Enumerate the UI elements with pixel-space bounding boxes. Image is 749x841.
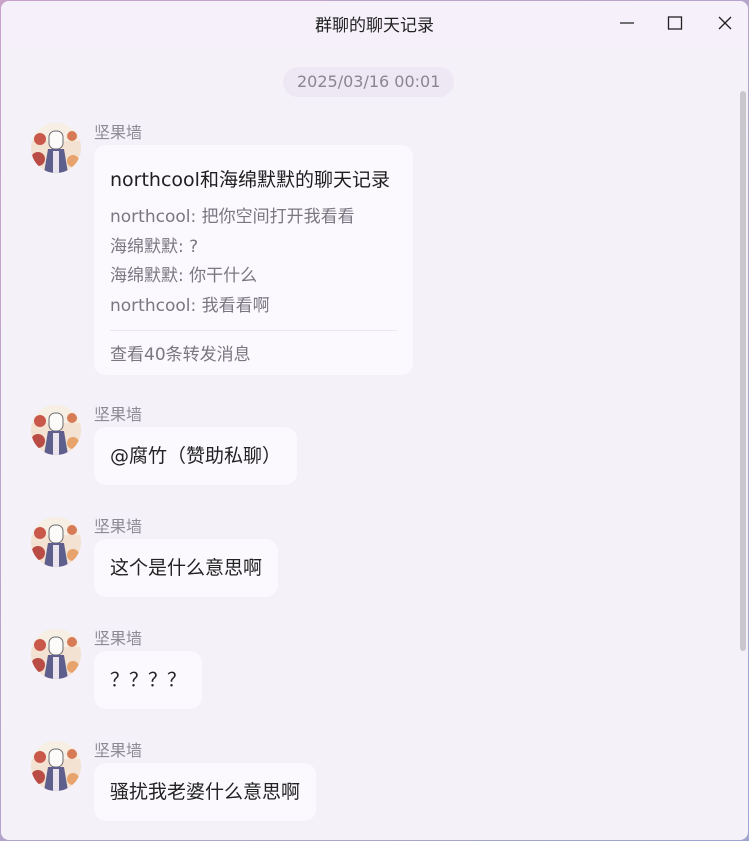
scrollbar-thumb[interactable] <box>740 91 746 651</box>
forward-line: 海绵默默: 你干什么 <box>110 266 258 286</box>
maximize-icon <box>667 16 683 30</box>
message-bubble[interactable]: @腐竹（赞助私聊） <box>94 427 298 485</box>
forward-line: northcool: 我看看啊 <box>110 296 270 316</box>
message-bubble[interactable]: 这个是什么意思啊 <box>94 539 279 597</box>
forward-title: northcool和海绵默默的聊天记录 <box>110 169 390 191</box>
sender-name: 坚果墙 <box>94 629 143 648</box>
minimize-icon <box>620 22 634 24</box>
forward-line: northcool: 把你空间打开我看看 <box>110 207 355 227</box>
timestamp-badge: 2025/03/16 00:01 <box>283 67 455 97</box>
divider <box>110 330 397 331</box>
avatar[interactable] <box>31 517 81 567</box>
message-bubble[interactable]: ？？？？ <box>94 651 203 709</box>
avatar[interactable] <box>31 123 81 173</box>
scrollbar[interactable] <box>739 91 747 651</box>
sender-name: 坚果墙 <box>94 405 143 424</box>
avatar[interactable] <box>31 629 81 679</box>
sender-name: 坚果墙 <box>94 123 143 142</box>
message-list[interactable]: 2025/03/16 00:01 坚果墙 northcool和海绵默默的聊天记录… <box>1 45 748 840</box>
sender-name: 坚果墙 <box>94 741 143 760</box>
avatar[interactable] <box>31 741 81 791</box>
minimize-button[interactable] <box>609 9 645 37</box>
maximize-button[interactable] <box>657 9 693 37</box>
chat-history-window: 群聊的聊天记录 2025/03/16 00:01 坚果墙 northcool和海… <box>1 1 748 840</box>
close-button[interactable] <box>707 9 743 37</box>
view-forwarded-messages-link[interactable]: 查看40条转发消息 <box>110 340 251 365</box>
forward-line: 海绵默默: ? <box>110 237 199 257</box>
titlebar[interactable]: 群聊的聊天记录 <box>1 1 748 45</box>
sender-name: 坚果墙 <box>94 517 143 536</box>
close-icon <box>718 16 732 30</box>
forwarded-chat-card[interactable]: northcool和海绵默默的聊天记录 northcool: 把你空间打开我看看… <box>94 145 413 375</box>
avatar[interactable] <box>31 405 81 455</box>
message-bubble[interactable]: 骚扰我老婆什么意思啊 <box>94 763 317 821</box>
